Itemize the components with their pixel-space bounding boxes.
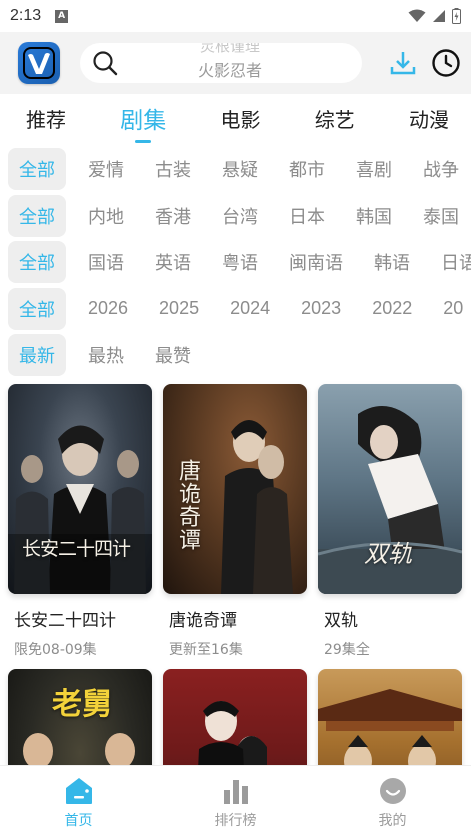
filter-genre-option[interactable]: 悬疑 bbox=[222, 156, 258, 182]
filter-year-all[interactable]: 全部 bbox=[8, 287, 66, 330]
status-time: 2:13 bbox=[10, 7, 42, 24]
tab-series[interactable]: 剧集 bbox=[120, 101, 166, 135]
download-icon[interactable] bbox=[389, 49, 417, 77]
show-title: 唐诡奇谭 bbox=[169, 611, 237, 631]
filter-region-option[interactable]: 日本 bbox=[289, 203, 325, 229]
tab-movies[interactable]: 电影 bbox=[221, 104, 261, 133]
filter-year-option[interactable]: 2022 bbox=[372, 298, 412, 319]
search-ghost-text: 灵根谨理 bbox=[199, 43, 260, 55]
show-card[interactable]: 双轨 双轨 29集全 bbox=[318, 384, 462, 659]
search-bar[interactable]: 灵根谨理 火影忍者 bbox=[80, 43, 362, 83]
filter-year-option[interactable]: 2023 bbox=[301, 298, 341, 319]
show-episode-status: 限免08-09集 bbox=[14, 642, 97, 658]
nav-home-label: 首页 bbox=[64, 812, 93, 829]
filter-language-option[interactable]: 日语 bbox=[441, 249, 471, 275]
show-title: 双轨 bbox=[324, 611, 358, 631]
filter-year-option[interactable]: 2025 bbox=[159, 298, 199, 319]
filter-row-sort: 最新 最热 最赞 bbox=[0, 332, 471, 379]
filter-genre-all[interactable]: 全部 bbox=[8, 148, 66, 191]
sort-latest[interactable]: 最新 bbox=[8, 334, 66, 377]
tab-variety[interactable]: 综艺 bbox=[315, 104, 355, 133]
filter-row-language: 全部 国语 英语 粤语 闽南语 韩语 日语 bbox=[0, 239, 471, 286]
filter-row-genre: 全部 爱情 古装 悬疑 都市 喜剧 战争 bbox=[0, 146, 471, 193]
app-logo[interactable] bbox=[18, 42, 60, 84]
nav-profile[interactable]: 我的 bbox=[333, 776, 453, 830]
filter-genre-option[interactable]: 古装 bbox=[155, 156, 191, 182]
filter-genre-option[interactable]: 喜剧 bbox=[356, 156, 392, 182]
sort-hottest[interactable]: 最热 bbox=[88, 342, 124, 368]
smile-icon bbox=[379, 777, 406, 804]
nav-profile-label: 我的 bbox=[378, 812, 407, 829]
show-card[interactable]: 唐诡奇谭 唐诡奇谭 更新至16集 bbox=[163, 384, 307, 659]
show-card[interactable]: 长安二十四计 长安二十四计 限免08-09集 bbox=[8, 384, 152, 659]
filter-genre-option[interactable]: 爱情 bbox=[88, 156, 124, 182]
filter-language-option[interactable]: 英语 bbox=[155, 249, 191, 275]
filter-year-option[interactable]: 2024 bbox=[230, 298, 270, 319]
show-poster[interactable]: 双轨 bbox=[318, 384, 462, 594]
search-icon bbox=[93, 51, 118, 76]
poster-title-art: 长安二十四计 bbox=[22, 538, 131, 560]
nav-home[interactable]: 首页 bbox=[19, 776, 139, 830]
nav-ranking-label: 排行榜 bbox=[214, 812, 257, 829]
poster-title-art: 唐诡奇谭 bbox=[175, 459, 200, 551]
filter-language-option[interactable]: 闽南语 bbox=[289, 249, 343, 275]
filter-language-option[interactable]: 国语 bbox=[88, 249, 124, 275]
show-episode-status: 29集全 bbox=[324, 642, 370, 658]
filter-region-option[interactable]: 韩国 bbox=[356, 203, 392, 229]
sort-most-liked[interactable]: 最赞 bbox=[155, 342, 191, 368]
filter-panel: 全部 爱情 古装 悬疑 都市 喜剧 战争 全部 内地 香港 台湾 日本 韩国 泰… bbox=[0, 142, 471, 379]
poster-figures-art bbox=[8, 425, 152, 594]
show-poster[interactable]: 唐诡奇谭 bbox=[163, 384, 307, 594]
show-episode-status: 更新至16集 bbox=[169, 642, 243, 658]
tab-recommend[interactable]: 推荐 bbox=[26, 104, 66, 133]
notification-a-icon: A bbox=[55, 9, 69, 23]
filter-region-option[interactable]: 泰国 bbox=[423, 203, 459, 229]
home-icon bbox=[65, 777, 92, 804]
logo-v-icon bbox=[23, 47, 55, 79]
filter-region-option[interactable]: 台湾 bbox=[222, 203, 258, 229]
app-header: 灵根谨理 火影忍者 bbox=[0, 32, 471, 94]
filter-region-all[interactable]: 全部 bbox=[8, 194, 66, 237]
cellular-signal-icon bbox=[433, 10, 445, 22]
poster-title-art: 老舅 bbox=[52, 687, 112, 722]
filter-genre-option[interactable]: 都市 bbox=[289, 156, 325, 182]
filter-row-region: 全部 内地 香港 台湾 日本 韩国 泰国 bbox=[0, 193, 471, 240]
filter-language-all[interactable]: 全部 bbox=[8, 241, 66, 284]
filter-year-option[interactable]: 2026 bbox=[88, 298, 128, 319]
search-placeholder: 火影忍者 bbox=[197, 61, 262, 80]
category-tabs: 推荐 剧集 电影 综艺 动漫 bbox=[0, 94, 471, 142]
status-bar: 2:13 A bbox=[0, 0, 471, 32]
history-clock-icon[interactable] bbox=[431, 48, 461, 78]
filter-language-option[interactable]: 韩语 bbox=[374, 249, 410, 275]
filter-year-option[interactable]: 20 bbox=[443, 298, 463, 319]
filter-region-option[interactable]: 香港 bbox=[155, 203, 191, 229]
chart-icon bbox=[223, 779, 248, 804]
poster-title-art: 双轨 bbox=[364, 540, 412, 568]
battery-icon bbox=[452, 8, 461, 24]
filter-genre-option[interactable]: 战争 bbox=[423, 156, 459, 182]
wifi-icon bbox=[408, 9, 426, 22]
filter-row-year: 全部 2026 2025 2024 2023 2022 20 bbox=[0, 286, 471, 333]
nav-ranking[interactable]: 排行榜 bbox=[176, 776, 296, 830]
tab-anime[interactable]: 动漫 bbox=[409, 104, 449, 133]
filter-region-option[interactable]: 内地 bbox=[88, 203, 124, 229]
show-title: 长安二十四计 bbox=[14, 611, 116, 631]
filter-language-option[interactable]: 粤语 bbox=[222, 249, 258, 275]
bottom-nav: 首页 排行榜 我的 bbox=[0, 765, 471, 839]
show-poster[interactable]: 长安二十四计 bbox=[8, 384, 152, 594]
